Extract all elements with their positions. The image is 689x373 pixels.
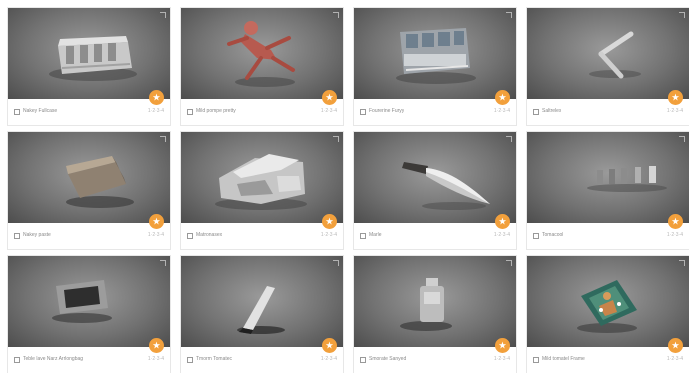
cube-icon (187, 109, 193, 115)
model-stats: 1·2·3·4 (320, 356, 337, 362)
model-title[interactable]: Mild pompe pretty (196, 108, 236, 114)
model-card[interactable]: ★ Saltreles 1·2·3·4 (527, 8, 689, 125)
model-preview-foil (215, 154, 307, 210)
cube-icon (14, 109, 20, 115)
model-preview-figure (227, 21, 295, 87)
model-thumbnail[interactable]: ★ (181, 256, 343, 353)
model-card[interactable]: ★ Mild pompe pretty 1·2·3·4 (181, 8, 343, 125)
model-thumbnail[interactable]: ★ (527, 256, 689, 353)
card-caption: Tmorm Tomatec 1·2·3·4 (181, 347, 343, 373)
model-grid: ★ Nakey Fullcase 1·2·3·4 ★ Mild pompe pr… (8, 8, 689, 373)
model-title[interactable]: Marle (369, 232, 382, 238)
model-preview-blocks (587, 166, 667, 192)
model-stats: 1·2·3·4 (320, 108, 337, 114)
cube-icon (360, 233, 366, 239)
model-stats: 1·2·3·4 (147, 356, 164, 362)
model-card[interactable]: ★ Matronasex 1·2·3·4 (181, 132, 343, 249)
card-caption: Marle 1·2·3·4 (354, 223, 516, 249)
card-caption: Fourerine Furyy 1·2·3·4 (354, 99, 516, 125)
model-preview-brick (66, 156, 134, 208)
expand-icon[interactable] (679, 136, 685, 142)
model-title[interactable]: Saltreles (542, 108, 561, 114)
model-title[interactable]: Nakey Fullcase (23, 108, 57, 114)
model-thumbnail[interactable]: ★ (8, 132, 170, 229)
model-title[interactable]: Smorate Sanyed (369, 356, 406, 362)
expand-icon[interactable] (160, 136, 166, 142)
model-stats: 1·2·3·4 (666, 356, 683, 362)
card-caption: Nakey Fullcase 1·2·3·4 (8, 99, 170, 125)
cube-icon (533, 233, 539, 239)
model-stats: 1·2·3·4 (320, 232, 337, 238)
model-card[interactable]: ★ Tmorm Tomatec 1·2·3·4 (181, 256, 343, 373)
model-stats: 1·2·3·4 (666, 108, 683, 114)
expand-icon[interactable] (506, 260, 512, 266)
card-caption: Matronasex 1·2·3·4 (181, 223, 343, 249)
expand-icon[interactable] (160, 12, 166, 18)
model-card[interactable]: ★ Fourerine Furyy 1·2·3·4 (354, 8, 516, 125)
model-thumbnail[interactable]: ★ (354, 132, 516, 229)
model-title[interactable]: Fourerine Furyy (369, 108, 404, 114)
model-thumbnail[interactable]: ★ (354, 256, 516, 353)
model-card[interactable]: ★ Mild tomatel Frame 1·2·3·4 (527, 256, 689, 373)
card-caption: Mild tomatel Frame 1·2·3·4 (527, 347, 689, 373)
model-preview-engine (49, 36, 137, 81)
model-title[interactable]: Mild tomatel Frame (542, 356, 585, 362)
card-caption: Smorate Sanyed 1·2·3·4 (354, 347, 516, 373)
cube-icon (533, 357, 539, 363)
model-preview-machine (396, 28, 476, 84)
expand-icon[interactable] (333, 12, 339, 18)
model-thumbnail[interactable]: ★ (354, 8, 516, 105)
expand-icon[interactable] (679, 260, 685, 266)
model-title[interactable]: Tmorm Tomatec (196, 356, 232, 362)
card-caption: Saltreles 1·2·3·4 (527, 99, 689, 125)
cube-icon (187, 357, 193, 363)
expand-icon[interactable] (333, 260, 339, 266)
model-preview-panel (52, 280, 112, 323)
model-preview-jar (400, 278, 452, 331)
model-thumbnail[interactable]: ★ (8, 256, 170, 353)
card-caption: Nakey paste 1·2·3·4 (8, 223, 170, 249)
model-stats: 1·2·3·4 (493, 232, 510, 238)
model-preview-stick (237, 286, 285, 334)
expand-icon[interactable] (506, 12, 512, 18)
cube-icon (533, 109, 539, 115)
model-title[interactable]: Matronasex (196, 232, 222, 238)
model-title[interactable]: Tomacool (542, 232, 563, 238)
model-card[interactable]: ★ Tomacool 1·2·3·4 (527, 132, 689, 249)
model-card[interactable]: ★ Nakey paste 1·2·3·4 (8, 132, 170, 249)
cube-icon (360, 109, 366, 115)
model-preview-bracket (589, 31, 641, 79)
model-card[interactable]: ★ Nakey Fullcase 1·2·3·4 (8, 8, 170, 125)
model-stats: 1·2·3·4 (493, 108, 510, 114)
model-preview-frame (577, 280, 637, 333)
model-thumbnail[interactable]: ★ (8, 8, 170, 105)
expand-icon[interactable] (506, 136, 512, 142)
cube-icon (187, 233, 193, 239)
model-thumbnail[interactable]: ★ (181, 8, 343, 105)
model-thumbnail[interactable]: ★ (527, 132, 689, 229)
cube-icon (14, 233, 20, 239)
model-title[interactable]: Teble lave Narz Arrlongbag (23, 356, 83, 362)
card-caption: Teble lave Narz Arrlongbag 1·2·3·4 (8, 347, 170, 373)
model-preview-knife (402, 162, 490, 210)
model-stats: 1·2·3·4 (666, 232, 683, 238)
model-stats: 1·2·3·4 (147, 232, 164, 238)
model-title[interactable]: Nakey paste (23, 232, 51, 238)
model-stats: 1·2·3·4 (493, 356, 510, 362)
expand-icon[interactable] (679, 12, 685, 18)
model-card[interactable]: ★ Teble lave Narz Arrlongbag 1·2·3·4 (8, 256, 170, 373)
card-caption: Tomacool 1·2·3·4 (527, 223, 689, 249)
expand-icon[interactable] (160, 260, 166, 266)
cube-icon (14, 357, 20, 363)
model-thumbnail[interactable]: ★ (181, 132, 343, 229)
model-stats: 1·2·3·4 (147, 108, 164, 114)
cube-icon (360, 357, 366, 363)
expand-icon[interactable] (333, 136, 339, 142)
model-thumbnail[interactable]: ★ (527, 8, 689, 105)
model-card[interactable]: ★ Marle 1·2·3·4 (354, 132, 516, 249)
card-caption: Mild pompe pretty 1·2·3·4 (181, 99, 343, 125)
model-card[interactable]: ★ Smorate Sanyed 1·2·3·4 (354, 256, 516, 373)
